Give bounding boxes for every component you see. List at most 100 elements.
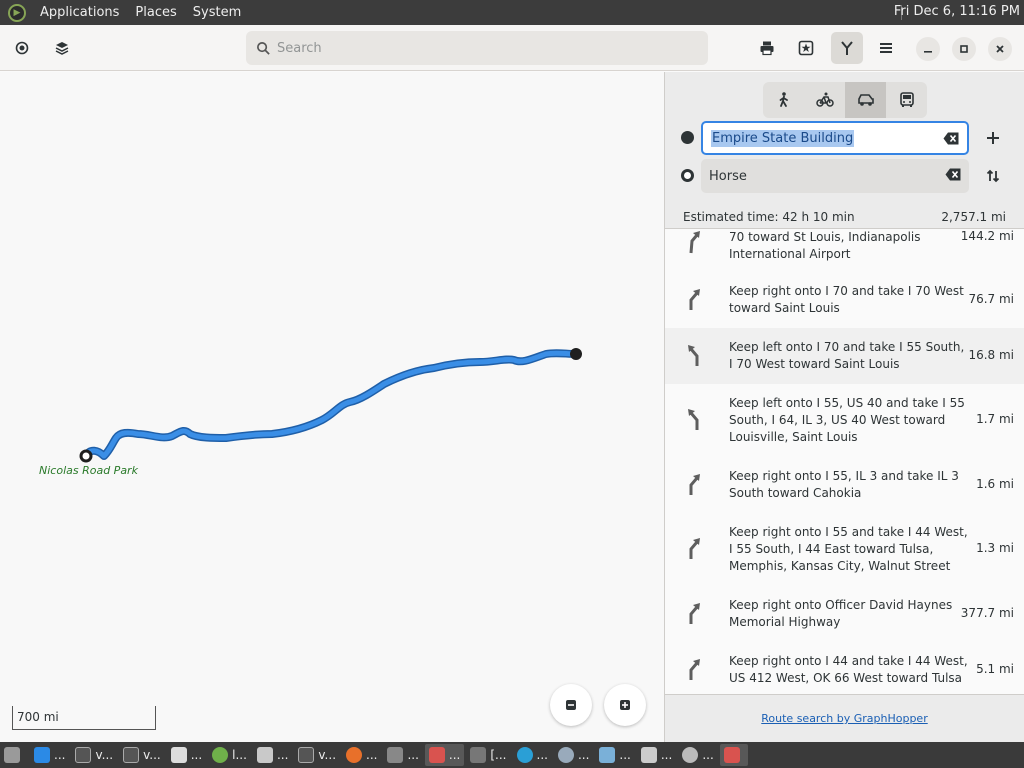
top-panel: ▶ Applications Places System Fri Dec 6, … — [0, 0, 1024, 25]
desktop-icon — [4, 747, 20, 763]
step-distance: 377.7 mi — [960, 606, 1014, 620]
maximize-button[interactable] — [952, 37, 976, 61]
route-fork-icon — [841, 41, 853, 55]
map-view[interactable]: Nicolas Road Park 700 mi — [0, 72, 664, 742]
origin-entry[interactable]: Empire State Building — [701, 121, 969, 155]
taskbar-item[interactable]: ... — [637, 744, 676, 766]
route-step[interactable]: Keep right onto I 44 and take I 44 West,… — [665, 642, 1024, 694]
show-desktop-button[interactable] — [0, 744, 28, 766]
step-text: Keep left onto I 55, US 40 and take I 55… — [729, 396, 965, 444]
minimize-button[interactable] — [916, 37, 940, 61]
route-step[interactable]: Keep right onto Officer David Haynes Mem… — [665, 586, 1024, 642]
mode-walk-button[interactable] — [763, 82, 804, 118]
destination-text[interactable]: Horse — [709, 169, 747, 184]
zoom-out-button[interactable] — [550, 684, 592, 726]
taskbar-item[interactable]: ... — [554, 744, 593, 766]
home-icon — [640, 747, 657, 763]
taskbar-item[interactable]: ... — [253, 744, 292, 766]
taskbar-item-label: ... — [366, 748, 378, 762]
close-button[interactable] — [988, 37, 1012, 61]
taskbar-item-label: ... — [619, 748, 631, 762]
step-distance: 5.1 mi — [976, 662, 1014, 676]
taskbar-item[interactable]: v... — [71, 744, 117, 766]
taskbar-item[interactable]: ... — [383, 744, 422, 766]
print-button[interactable] — [751, 32, 783, 64]
screenshot-icon — [470, 747, 487, 763]
route-step[interactable]: Keep left onto I 70 and take I 55 South,… — [665, 328, 1024, 384]
arrow-keep-right-icon — [689, 603, 700, 624]
route-step[interactable]: Keep left onto I 55, US 40 and take I 55… — [665, 384, 1024, 457]
route-end-marker[interactable] — [79, 449, 93, 463]
arrow-keep-left-icon — [688, 409, 699, 430]
location-button[interactable] — [6, 32, 38, 64]
mode-bike-button[interactable] — [804, 82, 845, 118]
swap-arrows-icon — [986, 169, 1000, 183]
reverse-route-button[interactable] — [977, 160, 1009, 192]
applications-menu[interactable]: Applications — [32, 5, 127, 20]
distro-logo-icon[interactable]: ▶ — [8, 3, 26, 22]
zoom-in-button[interactable] — [604, 684, 646, 726]
car-icon — [857, 94, 874, 106]
taskbar-item[interactable] — [719, 744, 748, 766]
mode-transit-button[interactable] — [886, 82, 927, 118]
taskbar-item-label: ... — [536, 748, 548, 762]
taskbar-item[interactable]: [... — [466, 744, 510, 766]
clock[interactable]: Fri Dec 6, 11:16 PM — [894, 4, 1020, 19]
terminal-icon — [123, 747, 140, 763]
route-step[interactable]: Keep right onto I 55 and take I 44 West,… — [665, 513, 1024, 586]
taskbar-item[interactable]: ... — [595, 744, 634, 766]
header-bar — [0, 25, 1024, 71]
taskbar-item[interactable]: ... — [424, 744, 465, 766]
destination-entry[interactable]: Horse — [701, 159, 969, 193]
route-step[interactable]: Keep right onto I 55, IL 3 and take IL 3… — [665, 457, 1024, 513]
mode-car-button[interactable] — [845, 82, 886, 118]
bus-icon — [899, 92, 914, 107]
camera-icon — [387, 747, 404, 763]
taskbar-item[interactable]: v... — [119, 744, 165, 766]
add-via-button[interactable] — [977, 122, 1009, 154]
search-field[interactable] — [246, 31, 708, 65]
search-input[interactable] — [277, 40, 677, 56]
taskbar-item[interactable]: v... — [294, 744, 340, 766]
route-steps-list[interactable]: 70 toward St Louis, Indianapolis Interna… — [665, 228, 1024, 694]
system-menu[interactable]: System — [185, 5, 249, 20]
step-text: 70 toward St Louis, Indianapolis Interna… — [729, 230, 921, 261]
graphhopper-link[interactable]: Route search by GraphHopper — [761, 712, 927, 725]
route-step[interactable]: 70 toward St Louis, Indianapolis Interna… — [665, 229, 1024, 269]
taskbar-item[interactable]: l... — [208, 744, 251, 766]
arrow-keep-right-icon — [689, 659, 700, 680]
taskbar-item[interactable]: ... — [30, 744, 69, 766]
taskbar-item[interactable]: ... — [342, 744, 381, 766]
maps-icon — [428, 747, 445, 763]
maximize-icon — [960, 45, 968, 53]
taskbar-item[interactable]: ... — [678, 744, 717, 766]
taskbar-item-label: ... — [54, 748, 66, 762]
route-start-marker[interactable] — [570, 348, 582, 360]
layers-button[interactable] — [46, 32, 78, 64]
location-target-icon — [15, 41, 29, 55]
arrow-keep-left-icon — [688, 345, 699, 366]
taskbar-item-label: ... — [577, 748, 590, 762]
taskbar-item-label: l... — [232, 748, 247, 762]
taskbar-item-label: ... — [448, 748, 461, 762]
star-icon — [798, 40, 814, 56]
origin-text[interactable]: Empire State Building — [711, 129, 855, 147]
place-label[interactable]: Nicolas Road Park — [39, 464, 138, 477]
taskbar-item[interactable]: ... — [513, 744, 552, 766]
step-distance: 1.7 mi — [976, 412, 1014, 426]
disk-icon — [682, 747, 699, 763]
clear-text-icon[interactable] — [943, 132, 959, 145]
arrow-keep-right-icon — [689, 474, 700, 495]
clear-text-icon[interactable] — [945, 168, 961, 181]
layers-icon — [55, 42, 69, 55]
places-menu[interactable]: Places — [127, 5, 184, 20]
route-overlay — [79, 348, 582, 463]
folder-icon — [256, 747, 273, 763]
step-text: Keep right onto I 44 and take I 44 West,… — [729, 654, 968, 685]
route-step[interactable]: Keep right onto I 70 and take I 70 West … — [665, 272, 1024, 328]
taskbar-item[interactable]: ... — [167, 744, 206, 766]
main-menu-button[interactable] — [870, 32, 902, 64]
favorites-button[interactable] — [790, 32, 822, 64]
map-scale: 700 mi — [12, 706, 156, 730]
route-button[interactable] — [831, 32, 863, 64]
